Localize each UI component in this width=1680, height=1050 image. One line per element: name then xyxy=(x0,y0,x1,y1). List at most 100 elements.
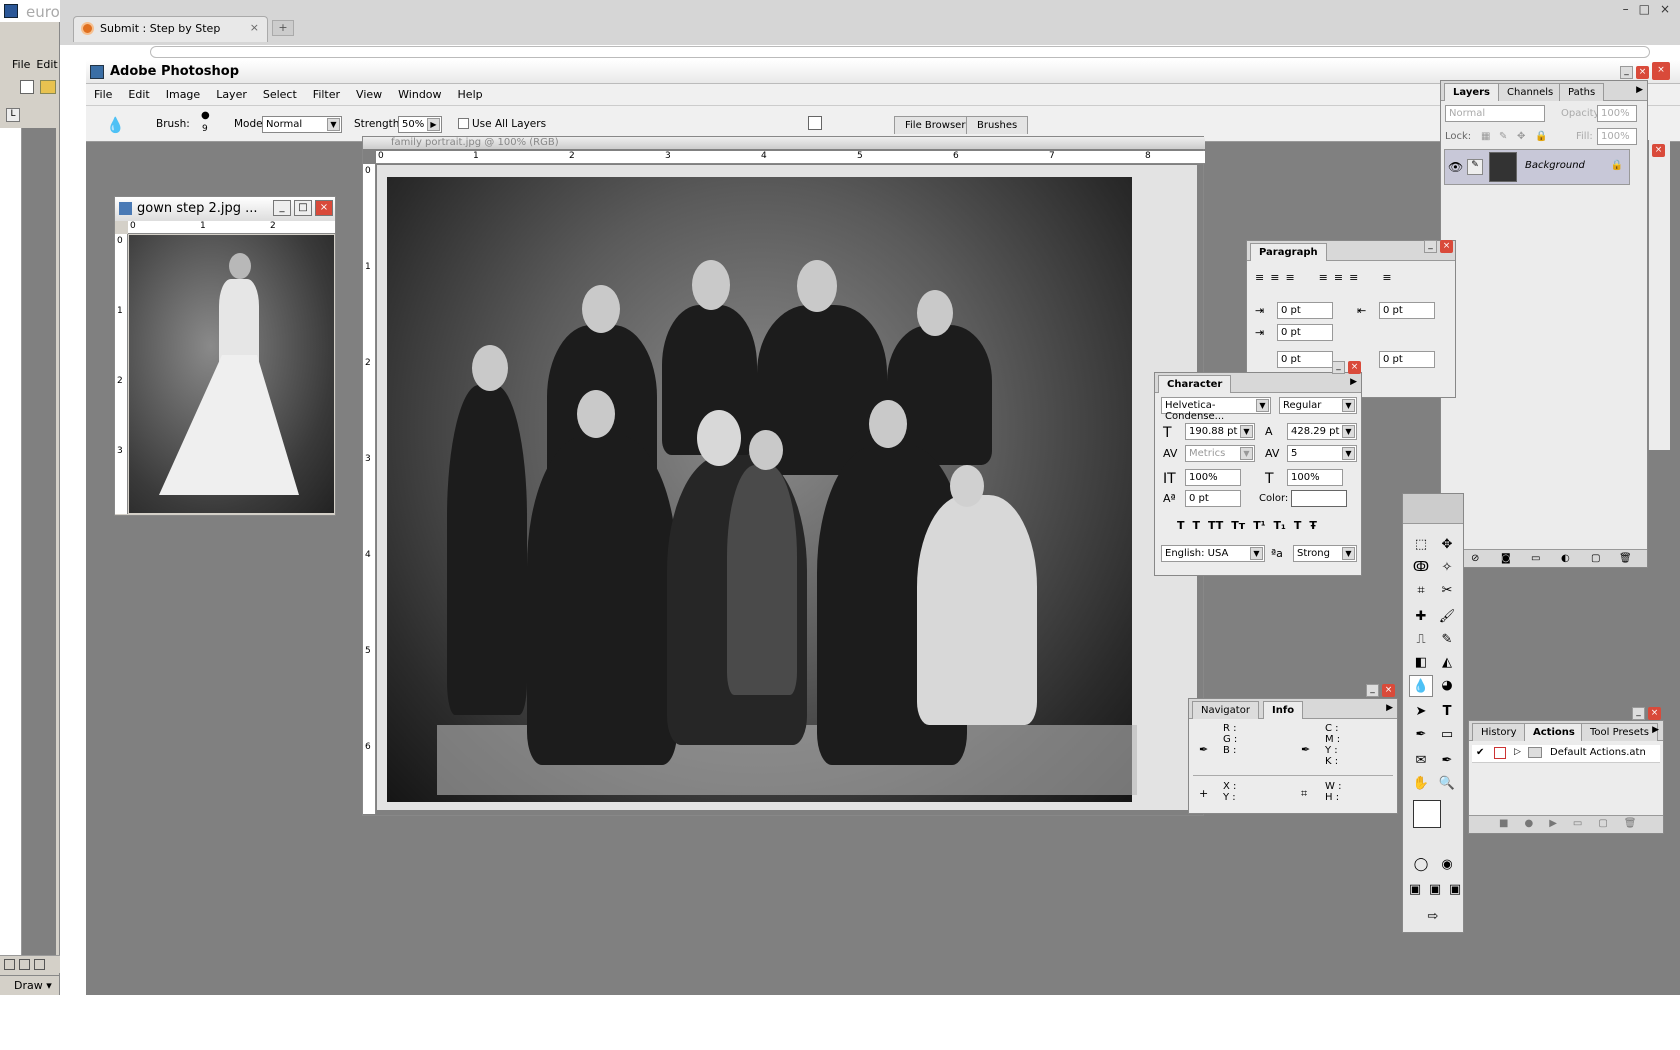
lock-move-icon[interactable]: ✥ xyxy=(1517,131,1525,142)
menu-filter[interactable]: Filter xyxy=(313,88,340,105)
mode-select[interactable]: Normal ▼ xyxy=(262,116,342,133)
menu-layer[interactable]: Layer xyxy=(216,88,247,105)
maximize-icon[interactable]: □ xyxy=(1639,2,1650,16)
close-icon[interactable]: × xyxy=(1440,240,1453,253)
close-icon[interactable]: × xyxy=(1382,684,1395,697)
menu-edit[interactable]: Edit xyxy=(128,88,149,105)
strength-input[interactable]: 50% ▶ xyxy=(398,116,442,133)
well-tab-file-browser[interactable]: File Browser xyxy=(894,116,977,134)
tab-layers[interactable]: Layers xyxy=(1444,83,1499,101)
new-doc-icon[interactable] xyxy=(20,80,34,94)
lock-transparency-icon[interactable]: ▦ xyxy=(1481,131,1490,142)
space-after-input[interactable]: 0 pt xyxy=(1379,351,1435,368)
standard-mode-icon[interactable]: ◯ xyxy=(1409,854,1433,876)
family-portrait-image[interactable] xyxy=(377,165,1197,810)
justify-center-icon[interactable]: ≡ xyxy=(1334,271,1343,285)
justify-left-icon[interactable]: ≡ xyxy=(1319,271,1328,285)
minimize-icon[interactable]: – xyxy=(1623,2,1629,16)
close-icon[interactable]: × xyxy=(1648,707,1661,720)
all-caps-icon[interactable]: TT xyxy=(1208,519,1223,532)
baseline-shift-input[interactable]: 0 pt xyxy=(1185,490,1241,507)
adjustment-icon[interactable]: ◐ xyxy=(1561,553,1570,564)
panel-menu-icon[interactable]: ▶ xyxy=(1652,725,1659,735)
panel-menu-icon[interactable]: ▶ xyxy=(1350,377,1357,387)
folder-icon[interactable]: ▭ xyxy=(1531,553,1540,564)
play-icon[interactable]: ▶ xyxy=(1549,818,1557,833)
tab-channels[interactable]: Channels xyxy=(1498,83,1563,101)
action-set-row[interactable]: ✔ ▷ Default Actions.atn xyxy=(1472,745,1660,763)
brush-tool-icon[interactable]: 🖌 xyxy=(1435,606,1459,628)
dialog-toggle-icon[interactable] xyxy=(1494,747,1506,759)
strikethrough-icon[interactable]: Ŧ xyxy=(1309,519,1317,532)
open-folder-icon[interactable] xyxy=(40,80,56,94)
menu-window[interactable]: Window xyxy=(398,88,441,105)
minimize-icon[interactable]: _ xyxy=(1424,240,1437,253)
close-icon[interactable]: × xyxy=(1636,66,1649,79)
leading-input[interactable]: 428.29 pt ▼ xyxy=(1287,423,1357,440)
align-center-icon[interactable]: ≡ xyxy=(1270,271,1279,285)
new-action-icon[interactable]: ▢ xyxy=(1598,818,1607,833)
hand-tool-icon[interactable]: ✋ xyxy=(1409,773,1433,795)
fill-input[interactable]: 100% xyxy=(1597,128,1637,145)
justify-all-icon[interactable]: ≡ xyxy=(1382,271,1391,285)
use-all-layers-checkbox[interactable] xyxy=(458,118,469,129)
type-tool-icon[interactable]: T xyxy=(1435,701,1459,723)
address-bar[interactable] xyxy=(150,46,1650,58)
maximize-icon[interactable]: □ xyxy=(294,200,312,216)
close-icon[interactable]: × xyxy=(1652,62,1670,80)
horizontal-scale-input[interactable]: 100% xyxy=(1287,469,1343,486)
minimize-icon[interactable]: _ xyxy=(1632,707,1645,720)
close-icon[interactable]: × xyxy=(1660,2,1670,16)
align-right-icon[interactable]: ≡ xyxy=(1285,271,1294,285)
antialias-select[interactable]: Strong ▼ xyxy=(1293,545,1357,562)
browser-tab[interactable]: Submit : Step by Step × xyxy=(73,16,268,42)
layer-row-background[interactable]: 👁 ✎ Background 🔒 xyxy=(1444,149,1630,185)
gown-image[interactable] xyxy=(129,235,334,513)
minimize-icon[interactable]: _ xyxy=(273,200,291,216)
language-select[interactable]: English: USA ▼ xyxy=(1161,545,1265,562)
font-size-input[interactable]: 190.88 pt ▼ xyxy=(1185,423,1255,440)
quick-mask-icon[interactable]: ◉ xyxy=(1435,854,1459,876)
new-tab-button[interactable]: + xyxy=(272,20,294,36)
subscript-icon[interactable]: T₁ xyxy=(1274,519,1286,532)
tab-actions[interactable]: Actions xyxy=(1524,723,1584,741)
marquee-tool-icon[interactable]: ⬚ xyxy=(1409,534,1433,556)
minimize-icon[interactable]: _ xyxy=(1366,684,1379,697)
foreground-color-swatch[interactable] xyxy=(1413,800,1441,828)
healing-tool-icon[interactable]: ✚ xyxy=(1409,606,1433,628)
notes-tool-icon[interactable]: ✉ xyxy=(1409,750,1433,772)
tracking-select[interactable]: 5 ▼ xyxy=(1287,445,1357,462)
indent-right-input[interactable]: 0 pt xyxy=(1379,302,1435,319)
zoom-tool-icon[interactable]: 🔍 xyxy=(1435,773,1459,795)
close-icon[interactable]: × xyxy=(1348,361,1361,374)
checkmark-icon[interactable]: ✔ xyxy=(1476,747,1484,758)
minimize-icon[interactable]: _ xyxy=(1620,66,1633,79)
opacity-input[interactable]: 100% xyxy=(1597,105,1637,122)
word-draw-menu[interactable]: Draw ▾ xyxy=(0,975,60,995)
tab-info[interactable]: Info xyxy=(1263,701,1304,719)
shape-tool-icon[interactable]: ▭ xyxy=(1435,724,1459,746)
minimize-icon[interactable]: _ xyxy=(1332,361,1345,374)
dodge-tool-icon[interactable]: ◕ xyxy=(1435,675,1459,697)
new-set-icon[interactable]: ▭ xyxy=(1573,818,1582,833)
vertical-scale-input[interactable]: 100% xyxy=(1185,469,1241,486)
expand-arrow-icon[interactable]: ▷ xyxy=(1514,747,1521,757)
history-brush-tool-icon[interactable]: ✎ xyxy=(1435,629,1459,651)
pen-tool-icon[interactable]: ✒ xyxy=(1409,724,1433,746)
word-menu-file[interactable]: File xyxy=(12,58,30,74)
eyedropper-tool-icon[interactable]: ✒ xyxy=(1435,750,1459,772)
lasso-tool-icon[interactable]: ↂ xyxy=(1409,557,1433,579)
justify-right-icon[interactable]: ≡ xyxy=(1349,271,1358,285)
blur-tool-icon[interactable]: 💧 xyxy=(1409,675,1433,697)
tab-navigator[interactable]: Navigator xyxy=(1192,701,1259,719)
word-menu-edit[interactable]: Edit xyxy=(36,58,57,74)
link-icon[interactable]: ⊘ xyxy=(1471,553,1479,564)
close-icon[interactable]: × xyxy=(1652,144,1665,157)
trash-icon[interactable]: 🗑 xyxy=(1619,553,1632,564)
jump-to-imageready-icon[interactable]: ⇨ xyxy=(1421,906,1445,928)
panel-menu-icon[interactable]: ▶ xyxy=(1636,85,1643,95)
web-view-icon[interactable] xyxy=(19,959,30,970)
close-icon[interactable]: × xyxy=(315,200,333,216)
small-caps-icon[interactable]: Tт xyxy=(1231,519,1245,532)
stop-icon[interactable]: ■ xyxy=(1499,818,1508,833)
